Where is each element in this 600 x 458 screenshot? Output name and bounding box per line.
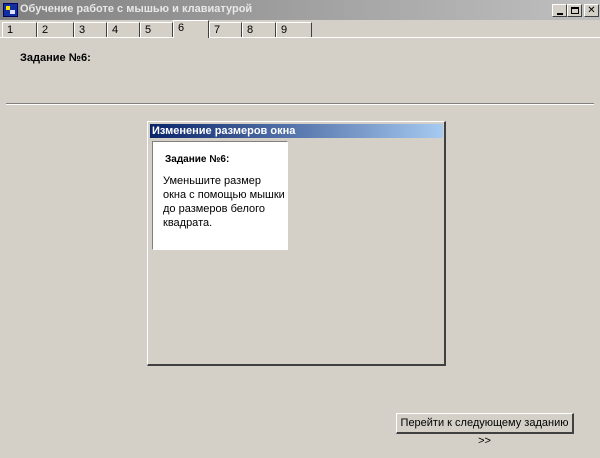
tab-9[interactable]: 9: [276, 22, 312, 38]
tab-strip: 1 2 3 4 5 6 7 8 9: [0, 20, 600, 38]
target-size-box: Задание №6: Уменьшите размер окна с помо…: [152, 141, 288, 250]
next-task-button[interactable]: Перейти к следующему заданию >>: [396, 413, 574, 447]
child-window-title: Изменение размеров окна: [152, 125, 296, 137]
tab-3[interactable]: 3: [74, 22, 107, 38]
task-title: Задание №6:: [20, 52, 91, 64]
tab-6[interactable]: 6: [173, 20, 209, 38]
box-instruction-text: Уменьшите размер окна с помощью мышки до…: [163, 175, 285, 229]
minimize-button[interactable]: [552, 4, 567, 17]
tab-divider: [0, 37, 600, 38]
tab-5[interactable]: 5: [140, 22, 173, 38]
horizontal-separator: [6, 103, 594, 105]
window-titlebar[interactable]: Обучение работе с мышью и клавиатурой ✕: [0, 0, 600, 20]
close-icon: ✕: [587, 4, 596, 16]
tab-8[interactable]: 8: [242, 22, 276, 38]
tab-4[interactable]: 4: [107, 22, 140, 38]
app-icon[interactable]: [3, 3, 18, 17]
resizable-child-window[interactable]: Изменение размеров окна Задание №6: Умен…: [147, 121, 446, 366]
child-window-titlebar[interactable]: Изменение размеров окна: [150, 124, 443, 138]
box-task-title: Задание №6:: [165, 154, 230, 165]
close-button[interactable]: ✕: [584, 4, 599, 17]
minimize-icon: [556, 12, 563, 15]
tab-1[interactable]: 1: [2, 22, 37, 38]
tab-7[interactable]: 7: [209, 22, 242, 38]
window-title: Обучение работе с мышью и клавиатурой: [20, 3, 253, 15]
tab-2[interactable]: 2: [37, 22, 74, 38]
maximize-icon: [570, 7, 579, 14]
maximize-button[interactable]: [567, 4, 582, 17]
